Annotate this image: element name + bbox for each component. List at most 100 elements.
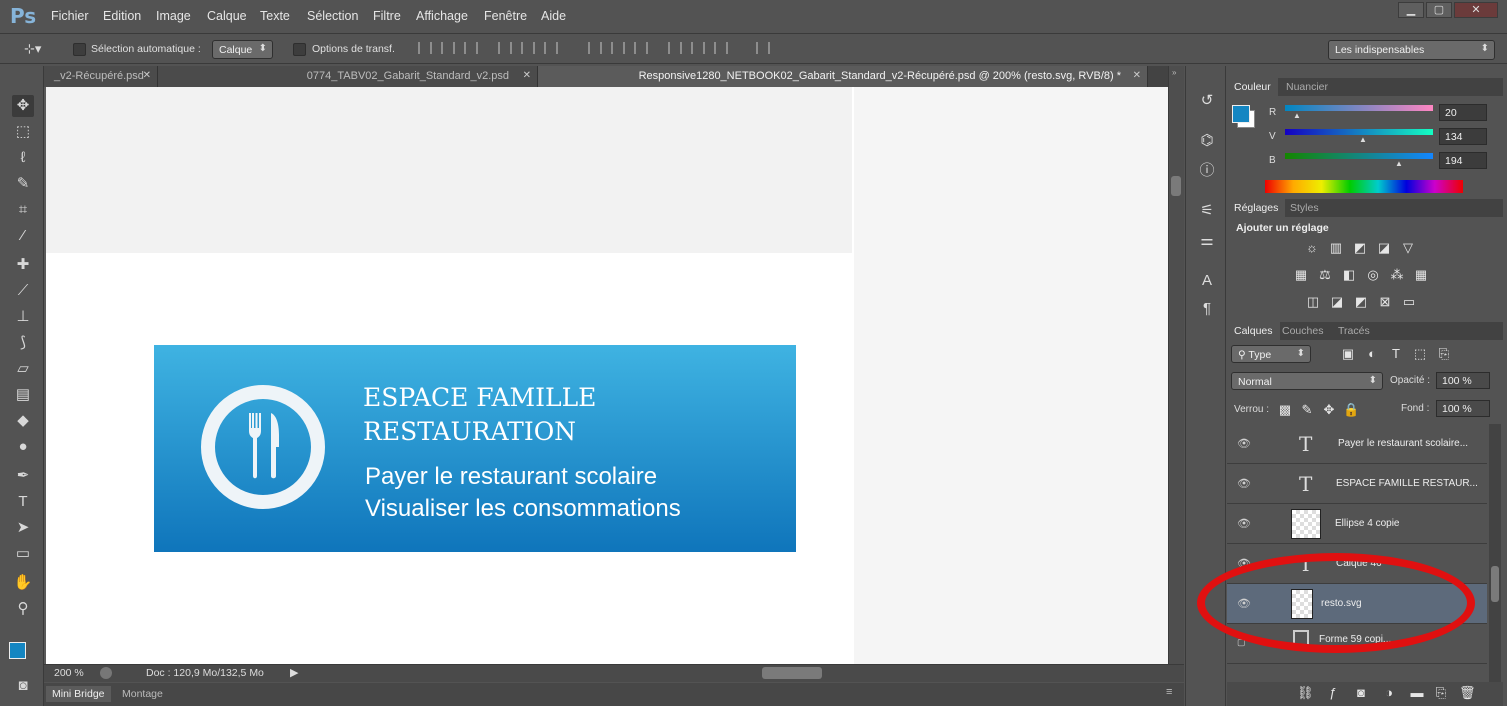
levels-icon[interactable]: ▥ bbox=[1328, 241, 1344, 255]
align-left-icon[interactable] bbox=[498, 42, 512, 54]
eyedropper-tool-icon[interactable]: ⁄ bbox=[12, 225, 34, 247]
workspace-dropdown[interactable]: Les indispensables bbox=[1328, 40, 1495, 60]
type-tool-icon[interactable]: T bbox=[12, 491, 34, 513]
opacity-field[interactable]: 100 % bbox=[1436, 372, 1490, 389]
tab-styles[interactable]: Styles bbox=[1283, 199, 1326, 217]
lock-all-icon[interactable]: 🔒 bbox=[1343, 403, 1359, 417]
info-panel-icon[interactable]: ⓘ bbox=[1197, 161, 1217, 181]
lock-position-icon[interactable]: ✥ bbox=[1321, 403, 1337, 417]
menu-selection[interactable]: Sélection bbox=[307, 9, 358, 23]
photo-filter-icon[interactable]: ◎ bbox=[1365, 268, 1381, 282]
adjust-filter-icon[interactable]: ◐ bbox=[1364, 347, 1380, 361]
auto-align-icon[interactable] bbox=[756, 42, 770, 54]
3d-panel-icon[interactable]: ⌬ bbox=[1197, 131, 1217, 151]
distribute-top-icon[interactable] bbox=[588, 42, 602, 54]
marquee-tool-icon[interactable]: ⬚ bbox=[12, 121, 34, 143]
vertical-scroll-thumb[interactable] bbox=[1171, 176, 1181, 196]
document-canvas[interactable]: ESPACE FAMILLE RESTAURATION Payer le res… bbox=[46, 87, 1168, 664]
green-slider-handle-icon[interactable]: ▲ bbox=[1359, 135, 1367, 144]
tab-couches[interactable]: Couches bbox=[1275, 322, 1330, 340]
brush-panel-icon[interactable]: ⚟ bbox=[1197, 201, 1217, 221]
lock-pixels-icon[interactable]: ✎ bbox=[1299, 403, 1315, 417]
selective-color-icon[interactable]: ⊠ bbox=[1377, 295, 1393, 309]
auto-select-checkbox[interactable] bbox=[73, 43, 86, 56]
blue-slider-handle-icon[interactable]: ▲ bbox=[1395, 159, 1403, 168]
close-icon[interactable]: ✕ bbox=[523, 70, 531, 81]
layers-scroll-thumb[interactable] bbox=[1491, 566, 1499, 602]
lasso-tool-icon[interactable]: ℓ bbox=[12, 147, 34, 169]
vertical-scrollbar[interactable]: » bbox=[1168, 66, 1184, 664]
curves-icon[interactable]: ◩ bbox=[1352, 241, 1368, 255]
tab-traces[interactable]: Tracés bbox=[1331, 322, 1377, 340]
close-icon[interactable]: ✕ bbox=[143, 70, 151, 81]
black-white-icon[interactable]: ◧ bbox=[1341, 268, 1357, 282]
path-select-tool-icon[interactable]: ➤ bbox=[12, 517, 34, 539]
pixel-filter-icon[interactable]: ▣ bbox=[1340, 347, 1356, 361]
menu-filtre[interactable]: Filtre bbox=[373, 9, 401, 23]
color-spectrum[interactable] bbox=[1265, 180, 1463, 193]
zoom-tool-icon[interactable]: ⚲ bbox=[12, 598, 34, 620]
maximize-button[interactable]: ▢ bbox=[1426, 2, 1452, 18]
pen-tool-icon[interactable]: ✒ bbox=[12, 465, 34, 487]
type-filter-icon[interactable]: T bbox=[1388, 347, 1404, 361]
new-adjustment-icon[interactable]: ◑ bbox=[1381, 686, 1397, 700]
healing-tool-icon[interactable]: ✚ bbox=[12, 254, 34, 276]
tool-presets-icon[interactable]: ⚌ bbox=[1197, 231, 1217, 251]
shape-tool-icon[interactable]: ▭ bbox=[12, 543, 34, 565]
threshold-icon[interactable]: ◩ bbox=[1353, 295, 1369, 309]
smart-object-filter-icon[interactable]: ⎘ bbox=[1436, 347, 1452, 361]
red-slider-handle-icon[interactable]: ▲ bbox=[1293, 111, 1301, 120]
character-panel-icon[interactable]: A bbox=[1197, 271, 1217, 291]
add-mask-icon[interactable]: ◙ bbox=[1353, 686, 1369, 700]
trash-icon[interactable]: 🗑 bbox=[1459, 686, 1476, 700]
eye-icon[interactable]: 👁 bbox=[1237, 437, 1251, 450]
posterize-icon[interactable]: ◪ bbox=[1329, 295, 1345, 309]
hand-tool-icon[interactable]: ✋ bbox=[12, 572, 34, 594]
vibrance-icon[interactable]: ▽ bbox=[1400, 241, 1416, 255]
distribute-vcenter-icon[interactable] bbox=[611, 42, 625, 54]
lock-transparency-icon[interactable]: ▩ bbox=[1277, 403, 1293, 417]
horizontal-scroll-thumb[interactable] bbox=[762, 667, 822, 679]
collapse-icon[interactable]: » bbox=[1172, 68, 1176, 77]
foreground-color-swatch[interactable] bbox=[9, 642, 26, 659]
red-slider[interactable] bbox=[1285, 105, 1433, 111]
tab-calques[interactable]: Calques bbox=[1227, 322, 1280, 340]
tab-tabv02[interactable]: 0774_TABV02_Gabarit_Standard_v2.psd ✕ bbox=[158, 66, 538, 87]
green-value-field[interactable]: 134 bbox=[1439, 128, 1487, 145]
tab-reglages[interactable]: Réglages bbox=[1227, 199, 1286, 217]
stamp-tool-icon[interactable]: ⊥ bbox=[12, 306, 34, 328]
link-layers-icon[interactable]: ⛓ bbox=[1297, 686, 1314, 700]
menu-affichage[interactable]: Affichage bbox=[416, 9, 468, 23]
distribute-hcenter-icon[interactable] bbox=[691, 42, 705, 54]
layer-filter-dropdown[interactable]: ⚲ Type bbox=[1231, 345, 1311, 363]
invert-icon[interactable]: ◫ bbox=[1305, 295, 1321, 309]
align-right-icon[interactable] bbox=[544, 42, 558, 54]
canvas-area[interactable]: ESPACE FAMILLE RESTAURATION Payer le res… bbox=[44, 87, 1168, 664]
foreground-swatch[interactable] bbox=[1232, 105, 1250, 123]
menu-fichier[interactable]: Fichier bbox=[51, 9, 89, 23]
menu-texte[interactable]: Texte bbox=[260, 9, 290, 23]
blend-mode-dropdown[interactable]: Normal bbox=[1231, 372, 1383, 390]
layers-scrollbar[interactable] bbox=[1489, 424, 1501, 682]
brush-tool-icon[interactable]: ⟋ bbox=[12, 280, 34, 302]
menu-image[interactable]: Image bbox=[156, 9, 191, 23]
minimize-button[interactable]: ▁ bbox=[1398, 2, 1424, 18]
gradient-tool-icon[interactable]: ▤ bbox=[12, 384, 34, 406]
menu-aide[interactable]: Aide bbox=[541, 9, 566, 23]
eraser-tool-icon[interactable]: ▱ bbox=[12, 358, 34, 380]
new-layer-icon[interactable]: ⎘ bbox=[1433, 686, 1449, 700]
shape-filter-icon[interactable]: ⬚ bbox=[1412, 347, 1428, 361]
exposure-icon[interactable]: ◪ bbox=[1376, 241, 1392, 255]
blue-slider[interactable] bbox=[1285, 153, 1433, 159]
move-tool-preset-icon[interactable]: ⊹▾ bbox=[24, 41, 41, 57]
close-button[interactable]: ✕ bbox=[1454, 2, 1498, 18]
layer-row[interactable]: 👁 T Payer le restaurant scolaire... bbox=[1227, 424, 1487, 464]
align-hcenter-icon[interactable] bbox=[521, 42, 535, 54]
align-top-icon[interactable] bbox=[418, 42, 432, 54]
history-panel-icon[interactable]: ↺ bbox=[1197, 91, 1217, 111]
color-lookup-icon[interactable]: ▦ bbox=[1413, 268, 1429, 282]
gradient-map-icon[interactable]: ▭ bbox=[1401, 295, 1417, 309]
status-menu-arrow-icon[interactable]: ▶ bbox=[290, 666, 298, 679]
history-brush-tool-icon[interactable]: ⟆ bbox=[12, 332, 34, 354]
hue-saturation-icon[interactable]: ▦ bbox=[1293, 268, 1309, 282]
